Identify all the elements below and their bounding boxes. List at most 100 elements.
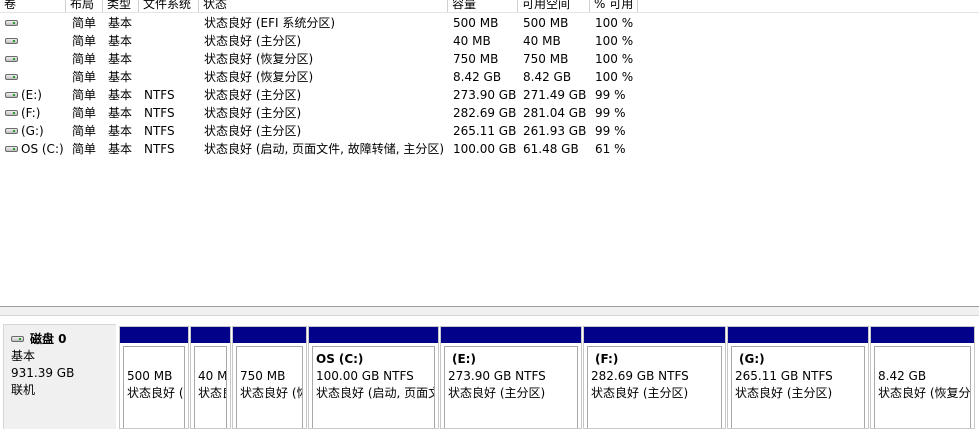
pane-splitter[interactable]	[0, 306, 979, 316]
volume-icon	[5, 145, 18, 152]
volume-icon	[5, 109, 18, 116]
partition-letter: (G:)	[739, 352, 765, 366]
capacity-cell: 750 MB	[453, 52, 499, 66]
partition-os-c[interactable]: OS(C:) 100.00 GB NTFS 状态良好 (启动, 页面文件, 故障…	[308, 326, 439, 429]
col-percent-free[interactable]: % 可用	[590, 0, 638, 12]
partition-size: 750 MB	[240, 369, 286, 383]
status-cell: 状态良好 (启动, 页面文件, 故障转储, 主分区)	[204, 142, 445, 156]
col-type[interactable]: 类型	[103, 0, 139, 12]
partition-bar	[233, 327, 306, 343]
capacity-cell: 273.90 GB	[453, 88, 517, 102]
partition-status: 状态良好 (EFI 系统分区)	[127, 386, 184, 400]
volume-row[interactable]: (F:) 简单 基本 NTFS 状态良好 (主分区) 282.69 GB 281…	[0, 104, 979, 122]
partition-e[interactable]: (E:) 273.90 GB NTFS 状态良好 (主分区)	[440, 326, 582, 429]
status-cell: 状态良好 (恢复分区)	[204, 70, 314, 84]
partition-recovery[interactable]: 750 MB 状态良好 (恢复分区)	[232, 326, 307, 429]
volume-row[interactable]: 简单 基本 状态良好 (恢复分区) 750 MB 750 MB 100 %	[0, 50, 979, 68]
col-free-space[interactable]: 可用空间	[518, 0, 590, 12]
type-cell: 基本	[108, 106, 133, 120]
partition-size: 8.42 GB	[878, 369, 927, 383]
partition-status: 状态良好 (主分区)	[591, 386, 689, 400]
percent-free-cell: 100 %	[595, 52, 634, 66]
partition-size: 282.69 GB NTFS	[591, 369, 689, 383]
volume-row[interactable]: 简单 基本 状态良好 (恢复分区) 8.42 GB 8.42 GB 100 %	[0, 68, 979, 86]
layout-cell: 简单	[72, 52, 97, 66]
partition-status: 状态良好 (主分区)	[735, 386, 833, 400]
volume-list[interactable]: 卷 布局 类型 文件系统 状态 容量 可用空间 % 可用 简单 基本 状态良好 …	[0, 0, 979, 306]
percent-free-cell: 100 %	[595, 34, 634, 48]
partition-size: 500 MB	[127, 369, 173, 383]
volume-name: (E:)	[21, 88, 42, 102]
volume-row[interactable]: 简单 基本 状态良好 (EFI 系统分区) 500 MB 500 MB 100 …	[0, 14, 979, 32]
capacity-cell: 8.42 GB	[453, 70, 502, 84]
status-cell: 状态良好 (主分区)	[204, 124, 302, 138]
percent-free-cell: 99 %	[595, 106, 626, 120]
filesystem-cell: NTFS	[144, 88, 175, 102]
percent-free-cell: 99 %	[595, 88, 626, 102]
volume-icon	[5, 37, 18, 44]
layout-cell: 简单	[72, 124, 97, 138]
volume-icon	[5, 19, 18, 26]
partition-g[interactable]: (G:) 265.11 GB NTFS 状态良好 (主分区)	[727, 326, 869, 429]
partition-bar	[584, 327, 725, 343]
col-volume[interactable]: 卷	[0, 0, 66, 12]
partition-recovery-2[interactable]: 8.42 GB 状态良好 (恢复分区)	[870, 326, 975, 429]
free-space-cell: 40 MB	[523, 34, 561, 48]
col-status[interactable]: 状态	[199, 0, 448, 12]
volume-icon	[5, 91, 18, 98]
column-header: 卷 布局 类型 文件系统 状态 容量 可用空间 % 可用	[0, 0, 979, 13]
disk-graphical-view: 磁盘 0 基本 931.39 GB 联机 500 MB 状态良好 (EFI 系统…	[0, 316, 979, 429]
capacity-cell: 500 MB	[453, 16, 499, 30]
partition-bar	[120, 327, 188, 343]
layout-cell: 简单	[72, 70, 97, 84]
col-layout[interactable]: 布局	[66, 0, 103, 12]
free-space-cell: 8.42 GB	[523, 70, 572, 84]
partition-status: 状态良好 (恢复分区)	[878, 386, 971, 400]
partition-status: 状态良好 (主分区)	[448, 386, 546, 400]
percent-free-cell: 61 %	[595, 142, 626, 156]
partition-efi[interactable]: 500 MB 状态良好 (EFI 系统分区)	[119, 326, 189, 429]
layout-cell: 简单	[72, 142, 97, 156]
volume-icon	[5, 55, 18, 62]
volume-row[interactable]: OS (C:) 简单 基本 NTFS 状态良好 (启动, 页面文件, 故障转储,…	[0, 140, 979, 158]
capacity-cell: 282.69 GB	[453, 106, 517, 120]
volume-row[interactable]: (G:) 简单 基本 NTFS 状态良好 (主分区) 265.11 GB 261…	[0, 122, 979, 140]
disk-0-label[interactable]: 磁盘 0 基本 931.39 GB 联机	[3, 324, 116, 429]
free-space-cell: 750 MB	[523, 52, 569, 66]
disk-icon	[11, 335, 24, 342]
col-filesystem[interactable]: 文件系统	[139, 0, 199, 12]
type-cell: 基本	[108, 88, 133, 102]
type-cell: 基本	[108, 16, 133, 30]
volume-name: (F:)	[21, 106, 41, 120]
partition-bar	[871, 327, 974, 343]
partition-bar	[728, 327, 868, 343]
percent-free-cell: 100 %	[595, 16, 634, 30]
disk-state: 联机	[11, 383, 36, 397]
disk-size: 931.39 GB	[11, 366, 75, 380]
status-cell: 状态良好 (主分区)	[204, 106, 302, 120]
partition-f[interactable]: (F:) 282.69 GB NTFS 状态良好 (主分区)	[583, 326, 726, 429]
partition-size: 40 MB	[198, 369, 227, 383]
capacity-cell: 40 MB	[453, 34, 491, 48]
filesystem-cell: NTFS	[144, 106, 175, 120]
partition-size: 100.00 GB NTFS	[316, 369, 414, 383]
status-cell: 状态良好 (恢复分区)	[204, 52, 314, 66]
volume-row[interactable]: 简单 基本 状态良好 (主分区) 40 MB 40 MB 100 %	[0, 32, 979, 50]
volume-row[interactable]: (E:) 简单 基本 NTFS 状态良好 (主分区) 273.90 GB 271…	[0, 86, 979, 104]
type-cell: 基本	[108, 124, 133, 138]
type-cell: 基本	[108, 34, 133, 48]
layout-cell: 简单	[72, 106, 97, 120]
partition-msr[interactable]: 40 MB 状态良好 (主分区)	[190, 326, 231, 429]
volume-icon	[5, 73, 18, 80]
volume-icon	[5, 127, 18, 134]
col-capacity[interactable]: 容量	[448, 0, 518, 12]
type-cell: 基本	[108, 70, 133, 84]
volume-name: (G:)	[21, 124, 44, 138]
free-space-cell: 271.49 GB	[523, 88, 587, 102]
status-cell: 状态良好 (主分区)	[204, 34, 302, 48]
free-space-cell: 500 MB	[523, 16, 569, 30]
partition-letter: (C:)	[338, 352, 364, 366]
layout-cell: 简单	[72, 16, 97, 30]
status-cell: 状态良好 (EFI 系统分区)	[204, 16, 336, 30]
layout-cell: 简单	[72, 34, 97, 48]
